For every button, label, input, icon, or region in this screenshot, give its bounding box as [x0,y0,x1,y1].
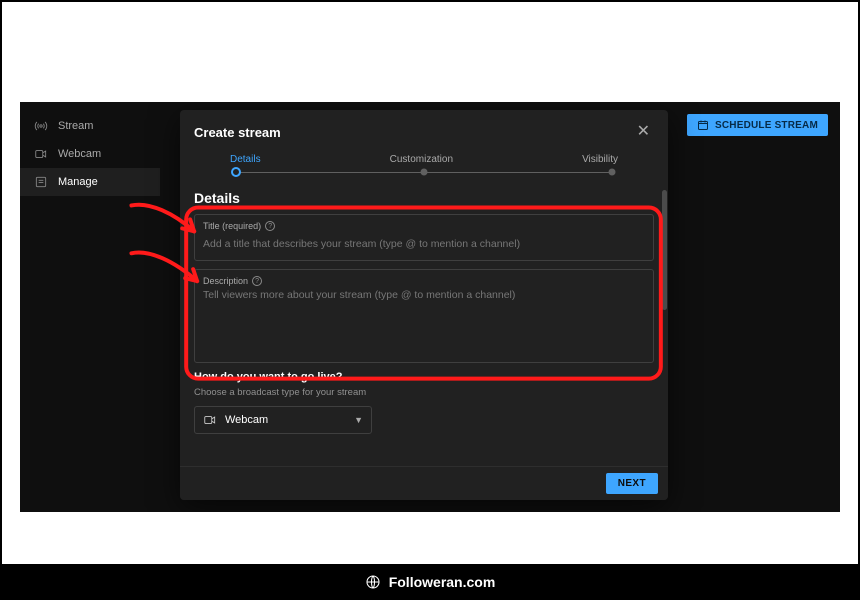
sidebar-item-stream[interactable]: Stream [20,112,160,140]
broadcast-type-value: Webcam [225,414,268,426]
step-dot-customization [421,169,428,176]
go-live-hint: Choose a broadcast type for your stream [194,387,654,398]
globe-icon [365,574,381,590]
description-field[interactable]: Description ? [194,269,654,363]
app-window: Stream Webcam Manage SCHEDULE STREAM [20,102,840,512]
schedule-stream-button[interactable]: SCHEDULE STREAM [687,114,828,136]
step-dot-details [231,167,241,177]
sidebar-item-label: Webcam [58,148,101,160]
outer-frame: Stream Webcam Manage SCHEDULE STREAM [0,0,860,566]
help-icon[interactable]: ? [265,221,275,231]
next-button-label: NEXT [618,478,646,489]
select-left: Webcam [203,413,268,427]
sidebar: Stream Webcam Manage [20,112,160,196]
help-icon[interactable]: ? [252,276,262,286]
modal-title: Create stream [194,125,281,140]
go-live-question: How do you want to go live? [194,371,654,383]
scrollbar[interactable] [662,190,667,310]
step-details-label: Details [230,154,261,165]
step-visibility[interactable]: Visibility [582,154,618,165]
stepper-line [236,165,612,179]
title-field[interactable]: Title (required) ? [194,214,654,261]
next-button[interactable]: NEXT [606,473,658,494]
modal-header: Create stream ✕ [180,110,668,144]
create-stream-modal: Create stream ✕ Details Customization Vi… [180,110,668,500]
close-button[interactable]: ✕ [633,120,654,144]
close-icon: ✕ [637,123,650,140]
step-dot-visibility [609,169,616,176]
modal-footer: NEXT [180,466,668,500]
sidebar-item-label: Stream [58,120,93,132]
description-field-label-row: Description ? [203,276,645,286]
watermark-text: Followeran.com [389,574,496,590]
calendar-icon [697,119,709,131]
chevron-down-icon: ▼ [354,415,363,425]
sidebar-item-manage[interactable]: Manage [20,168,160,196]
antenna-icon [34,119,48,133]
sidebar-item-label: Manage [58,176,98,188]
step-details[interactable]: Details [230,154,261,165]
description-textarea[interactable] [203,289,645,349]
title-field-label-row: Title (required) ? [203,221,645,231]
schedule-stream-label: SCHEDULE STREAM [715,120,818,131]
watermark-bar: Followeran.com [0,568,860,596]
broadcast-type-select[interactable]: Webcam ▼ [194,406,372,434]
step-visibility-label: Visibility [582,154,618,165]
sidebar-item-webcam[interactable]: Webcam [20,140,160,168]
description-field-label: Description [203,276,248,286]
step-customization-label: Customization [390,154,453,165]
title-field-label: Title (required) [203,221,261,231]
stepper: Details Customization Visibility [180,144,668,165]
details-heading: Details [194,190,654,206]
webcam-icon [203,413,217,427]
webcam-icon [34,147,48,161]
modal-body: Details Title (required) ? Description ? [180,184,668,466]
title-input[interactable] [203,238,645,250]
step-customization[interactable]: Customization [390,154,453,165]
manage-icon [34,175,48,189]
